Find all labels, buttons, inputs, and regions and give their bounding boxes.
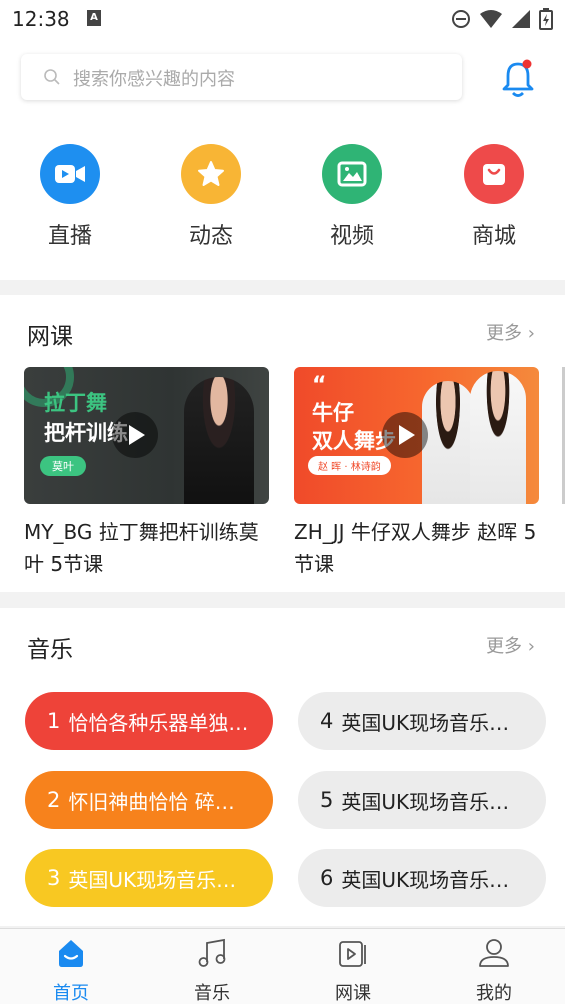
- person-icon: [479, 939, 509, 967]
- music-item[interactable]: 1 恰恰各种乐器单独…: [25, 692, 273, 750]
- top-bar: 搜索你感兴趣的内容: [0, 38, 565, 120]
- courses-section: 网课 更多 › 拉丁舞 把杆训练 莫叶 MY_BG 拉丁舞把杆训练莫叶 5节课 …: [0, 295, 565, 592]
- music-item[interactable]: 2 怀旧神曲恰恰 碎…: [25, 771, 273, 829]
- home-icon: [59, 940, 83, 967]
- more-link[interactable]: 更多 ›: [486, 632, 535, 658]
- thumb-line1: 牛仔: [312, 401, 354, 425]
- course-card[interactable]: “ 牛仔 双人舞步 赵 晖 · 林诗韵 ZH_JJ 牛仔双人舞步 赵晖 5节课: [294, 367, 539, 580]
- quick-link-label: 视频: [329, 224, 374, 249]
- music-item[interactable]: 3 英国UK现场音乐…: [25, 849, 273, 907]
- tab-courses[interactable]: 网课: [308, 935, 398, 1004]
- music-note-icon: [198, 938, 226, 967]
- image-icon: [322, 144, 382, 204]
- thumb-line1: 拉丁舞: [44, 391, 107, 415]
- course-thumbnail: 拉丁舞 把杆训练 莫叶: [24, 367, 269, 504]
- dancer-photo: [470, 371, 526, 504]
- music-section: 音乐 更多 › 1 恰恰各种乐器单独… 2 怀旧神曲恰恰 碎… 3 英国UK现场音乐……: [0, 608, 565, 926]
- status-bar: 12:38 A: [0, 0, 565, 38]
- battery-icon: [539, 8, 553, 30]
- wifi-icon: [480, 10, 502, 28]
- tab-label: 首页: [53, 983, 89, 1004]
- quick-link-label: 商城: [471, 224, 516, 249]
- shopping-bag-icon: [464, 144, 524, 204]
- quick-links: 直播 动态 视频 商城: [0, 120, 565, 280]
- course-title: MY_BG 拉丁舞把杆训练莫叶 5节课: [24, 520, 259, 576]
- play-icon[interactable]: [382, 412, 428, 458]
- quick-link-video[interactable]: 视频: [312, 144, 392, 250]
- notification-dot: [522, 59, 532, 69]
- search-placeholder: 搜索你感兴趣的内容: [73, 69, 235, 90]
- keyboard-indicator-icon: A: [87, 10, 101, 26]
- chevron-right-icon: ›: [527, 636, 535, 657]
- thumb-tag: 赵 晖 · 林诗韵: [308, 456, 391, 475]
- bottom-tab-bar: 首页 音乐 网课 我的: [0, 928, 565, 1004]
- star-icon: [181, 144, 241, 204]
- music-item[interactable]: 6 英国UK现场音乐…: [298, 849, 546, 907]
- search-icon: [44, 69, 60, 85]
- search-bar[interactable]: 搜索你感兴趣的内容: [21, 54, 462, 100]
- tab-label: 网课: [335, 983, 371, 1004]
- course-thumbnail: “ 牛仔 双人舞步 赵 晖 · 林诗韵: [294, 367, 539, 504]
- tab-profile[interactable]: 我的: [449, 935, 539, 1004]
- music-item[interactable]: 5 英国UK现场音乐…: [298, 771, 546, 829]
- do-not-disturb-icon: [452, 10, 470, 28]
- notification-bell-icon[interactable]: [498, 58, 538, 100]
- music-item[interactable]: 4 英国UK现场音乐…: [298, 692, 546, 750]
- thumb-tag: 莫叶: [40, 456, 86, 476]
- section-title: 网课: [27, 324, 73, 350]
- video-camera-icon: [40, 144, 100, 204]
- quick-link-feed[interactable]: 动态: [171, 144, 251, 250]
- tab-label: 我的: [476, 983, 512, 1004]
- play-icon[interactable]: [112, 412, 158, 458]
- quick-link-shop[interactable]: 商城: [454, 144, 534, 250]
- more-link[interactable]: 更多 ›: [486, 319, 535, 345]
- quick-link-label: 直播: [47, 224, 92, 249]
- course-card[interactable]: 拉丁舞 把杆训练 莫叶 MY_BG 拉丁舞把杆训练莫叶 5节课: [24, 367, 269, 580]
- status-icons: [451, 7, 553, 31]
- status-time: 12:38: [12, 7, 70, 31]
- dancer-photo: [422, 381, 474, 504]
- course-title: ZH_JJ 牛仔双人舞步 赵晖 5节课: [294, 520, 537, 576]
- video-library-icon: [339, 941, 366, 967]
- tab-home[interactable]: 首页: [26, 935, 116, 1004]
- tab-label: 音乐: [194, 983, 230, 1004]
- tab-music[interactable]: 音乐: [167, 935, 257, 1004]
- quick-link-live[interactable]: 直播: [30, 144, 110, 250]
- signal-icon: [512, 10, 530, 28]
- dancer-photo: [184, 377, 254, 504]
- chevron-right-icon: ›: [527, 323, 535, 344]
- quick-link-label: 动态: [188, 224, 233, 249]
- section-title: 音乐: [27, 637, 73, 663]
